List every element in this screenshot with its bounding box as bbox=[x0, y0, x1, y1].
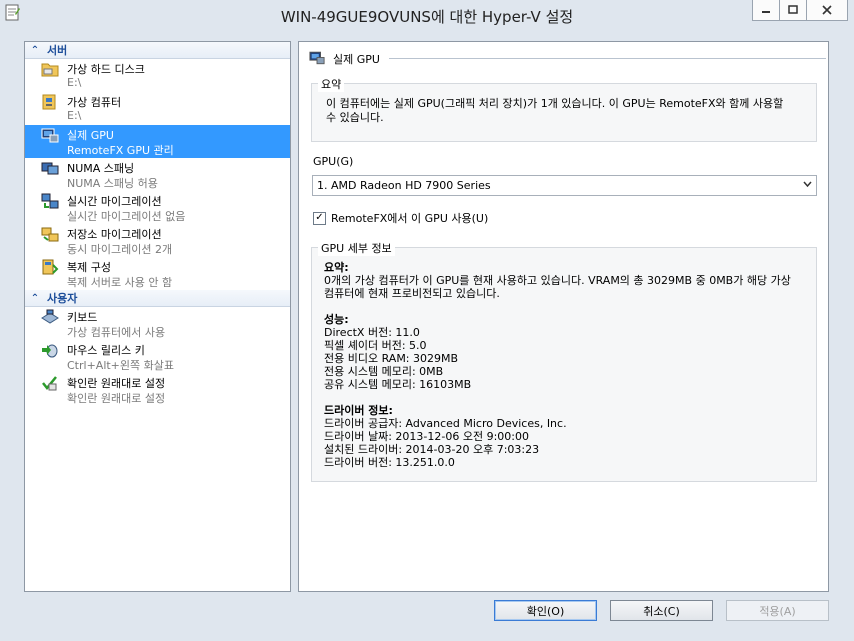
minimize-button[interactable] bbox=[752, 0, 780, 21]
sidebar-item-subtitle: E:\ bbox=[67, 109, 82, 122]
numa-icon bbox=[41, 162, 59, 175]
gpu-select[interactable]: 1. AMD Radeon HD 7900 Series bbox=[312, 175, 817, 196]
sidebar-item-mouse-release-key[interactable]: 마우스 릴리스 키 Ctrl+Alt+왼쪽 화살표 bbox=[25, 340, 290, 373]
reset-checkbox-icon bbox=[42, 376, 57, 391]
section-user[interactable]: ⌃ 사용자 bbox=[25, 290, 290, 307]
details-summary-heading: 요약: bbox=[324, 261, 349, 274]
gpu-icon bbox=[41, 128, 59, 143]
sidebar-item-replication-configuration[interactable]: 복제 구성 복제 서버로 사용 안 함 bbox=[25, 257, 290, 290]
gpu-details-group: GPU 세부 정보 요약: 0개의 가상 컴퓨터가 이 GPU를 현재 사용하고… bbox=[311, 240, 817, 482]
ok-button[interactable]: 확인(O) bbox=[494, 600, 597, 621]
summary-text-line-2: 수 있습니다. bbox=[326, 111, 384, 124]
gpu-details-group-label: GPU 세부 정보 bbox=[318, 240, 395, 256]
sidebar-item-storage-migrations[interactable]: 저장소 마이그레이션 동시 마이그레이션 2개 bbox=[25, 224, 290, 257]
gpu-icon bbox=[309, 51, 325, 65]
sidebar-item-title: 복제 구성 bbox=[67, 261, 111, 274]
sidebar-item-title: 저장소 마이그레이션 bbox=[67, 228, 162, 241]
replication-icon bbox=[42, 259, 59, 275]
details-performance-line: 전용 비디오 RAM: 3029MB bbox=[324, 352, 459, 365]
section-label: 서버 bbox=[47, 44, 68, 57]
sidebar-item-subtitle: 복제 서버로 사용 안 함 bbox=[67, 276, 173, 289]
checkbox-checked-icon[interactable]: ✓ bbox=[313, 211, 326, 225]
hyperv-settings-window: WIN-49GUE9OVUNS에 대한 Hyper-V 설정 ⌃ 서버 가상 하… bbox=[0, 0, 854, 641]
sidebar-item-subtitle: 가상 컴퓨터에서 사용 bbox=[67, 326, 166, 339]
summary-group-label: 요약 bbox=[318, 76, 345, 92]
collapse-chevron-icon[interactable]: ⌃ bbox=[27, 45, 43, 56]
remotefx-checkbox-label: RemoteFX에서 이 GPU 사용(U) bbox=[331, 212, 489, 225]
gpu-select-value: 1. AMD Radeon HD 7900 Series bbox=[317, 179, 491, 192]
summary-group: 요약 이 컴퓨터에는 실제 GPU(그래픽 처리 장치)가 1개 있습니다. 이… bbox=[311, 76, 817, 142]
details-driver-line: 드라이버 버전: 13.251.0.0 bbox=[324, 456, 455, 469]
keyboard-icon bbox=[41, 309, 59, 324]
vm-folder-icon bbox=[42, 94, 56, 110]
details-driver-line: 드라이버 날짜: 2013-12-06 오전 9:00:00 bbox=[324, 430, 529, 443]
sidebar-item-subtitle: 확인란 원래대로 설정 bbox=[67, 392, 166, 405]
header-divider bbox=[389, 58, 826, 59]
minimize-icon bbox=[762, 11, 770, 13]
details-summary-line-2: 컴퓨터에 현재 프로비전되고 있습니다. bbox=[324, 287, 500, 300]
sidebar-item-physical-gpu[interactable]: 실제 GPU RemoteFX GPU 관리 bbox=[25, 125, 290, 158]
maximize-button[interactable] bbox=[780, 0, 807, 21]
collapse-chevron-icon[interactable]: ⌃ bbox=[27, 293, 43, 304]
details-performance-line: DirectX 버전: 11.0 bbox=[324, 326, 420, 339]
sidebar-item-reset-check-boxes[interactable]: 확인란 원래대로 설정 확인란 원래대로 설정 bbox=[25, 373, 290, 406]
details-driver-heading: 드라이버 정보: bbox=[324, 404, 393, 417]
sidebar-item-title: 키보드 bbox=[67, 311, 98, 324]
details-performance-heading: 성능: bbox=[324, 313, 349, 326]
details-driver-line: 설치된 드라이버: 2014-03-20 오후 7:03:23 bbox=[324, 443, 540, 456]
gpu-label: GPU(G) bbox=[313, 155, 354, 168]
sidebar-item-title: 마우스 릴리스 키 bbox=[67, 344, 145, 357]
sidebar-item-subtitle: E:\ bbox=[67, 76, 82, 89]
settings-navigation-pane: ⌃ 서버 가상 하드 디스크 E:\ 가상 컴퓨터 E:\ 실제 GPU Rem… bbox=[24, 41, 291, 592]
sidebar-item-virtual-hard-disks[interactable]: 가상 하드 디스크 E:\ bbox=[25, 59, 290, 92]
settings-detail-pane: 실제 GPU 요약 이 컴퓨터에는 실제 GPU(그래픽 처리 장치)가 1개 … bbox=[298, 41, 829, 592]
sidebar-item-title: 실시간 마이그레이션 bbox=[67, 195, 162, 208]
sidebar-item-subtitle: Ctrl+Alt+왼쪽 화살표 bbox=[67, 359, 174, 372]
storage-migration-icon bbox=[41, 227, 59, 242]
close-button[interactable] bbox=[807, 0, 848, 21]
sidebar-item-title: 가상 하드 디스크 bbox=[67, 63, 145, 76]
maximize-icon bbox=[788, 5, 798, 14]
close-icon bbox=[822, 5, 832, 15]
summary-text-line-1: 이 컴퓨터에는 실제 GPU(그래픽 처리 장치)가 1개 있습니다. 이 GP… bbox=[326, 97, 784, 110]
apply-button[interactable]: 적용(A) bbox=[726, 600, 829, 621]
sidebar-item-subtitle: 동시 마이그레이션 2개 bbox=[67, 243, 173, 256]
page-title: 실제 GPU bbox=[333, 53, 380, 66]
window-title: WIN-49GUE9OVUNS에 대한 Hyper-V 설정 bbox=[280, 8, 574, 26]
sidebar-item-numa-spanning[interactable]: NUMA 스패닝 NUMA 스패닝 허용 bbox=[25, 158, 290, 191]
remotefx-checkbox[interactable]: ✓ RemoteFX에서 이 GPU 사용(U) bbox=[313, 210, 488, 226]
details-performance-line: 전용 시스템 메모리: 0MB bbox=[324, 365, 444, 378]
chevron-down-icon bbox=[803, 181, 812, 188]
folder-icon bbox=[41, 63, 59, 77]
sidebar-item-live-migrations[interactable]: 실시간 마이그레이션 실시간 마이그레이션 없음 bbox=[25, 191, 290, 224]
section-server[interactable]: ⌃ 서버 bbox=[25, 42, 290, 59]
section-label: 사용자 bbox=[47, 292, 78, 305]
sidebar-item-title: NUMA 스패닝 bbox=[67, 162, 135, 175]
mouse-release-icon bbox=[42, 344, 58, 358]
details-performance-line: 공유 시스템 메모리: 16103MB bbox=[324, 378, 472, 391]
sidebar-item-title: 확인란 원래대로 설정 bbox=[67, 377, 166, 390]
details-summary-line-1: 0개의 가상 컴퓨터가 이 GPU를 현재 사용하고 있습니다. VRAM의 총… bbox=[324, 274, 791, 287]
sidebar-item-virtual-machines[interactable]: 가상 컴퓨터 E:\ bbox=[25, 92, 290, 125]
cancel-button[interactable]: 취소(C) bbox=[610, 600, 713, 621]
sidebar-item-subtitle: NUMA 스패닝 허용 bbox=[67, 177, 158, 190]
sidebar-item-keyboard[interactable]: 키보드 가상 컴퓨터에서 사용 bbox=[25, 307, 290, 340]
sidebar-item-subtitle: 실시간 마이그레이션 없음 bbox=[67, 210, 186, 223]
sidebar-item-subtitle: RemoteFX GPU 관리 bbox=[67, 144, 174, 157]
sidebar-item-title: 실제 GPU bbox=[67, 129, 114, 142]
sidebar-item-title: 가상 컴퓨터 bbox=[67, 96, 122, 109]
details-driver-line: 드라이버 공급자: Advanced Micro Devices, Inc. bbox=[324, 417, 567, 430]
gpu-details-text: 요약: 0개의 가상 컴퓨터가 이 GPU를 현재 사용하고 있습니다. VRA… bbox=[324, 261, 791, 469]
title-bar: WIN-49GUE9OVUNS에 대한 Hyper-V 설정 bbox=[0, 0, 854, 32]
live-migration-icon bbox=[41, 193, 59, 209]
details-performance-line: 픽셀 셰이더 버전: 5.0 bbox=[324, 339, 427, 352]
